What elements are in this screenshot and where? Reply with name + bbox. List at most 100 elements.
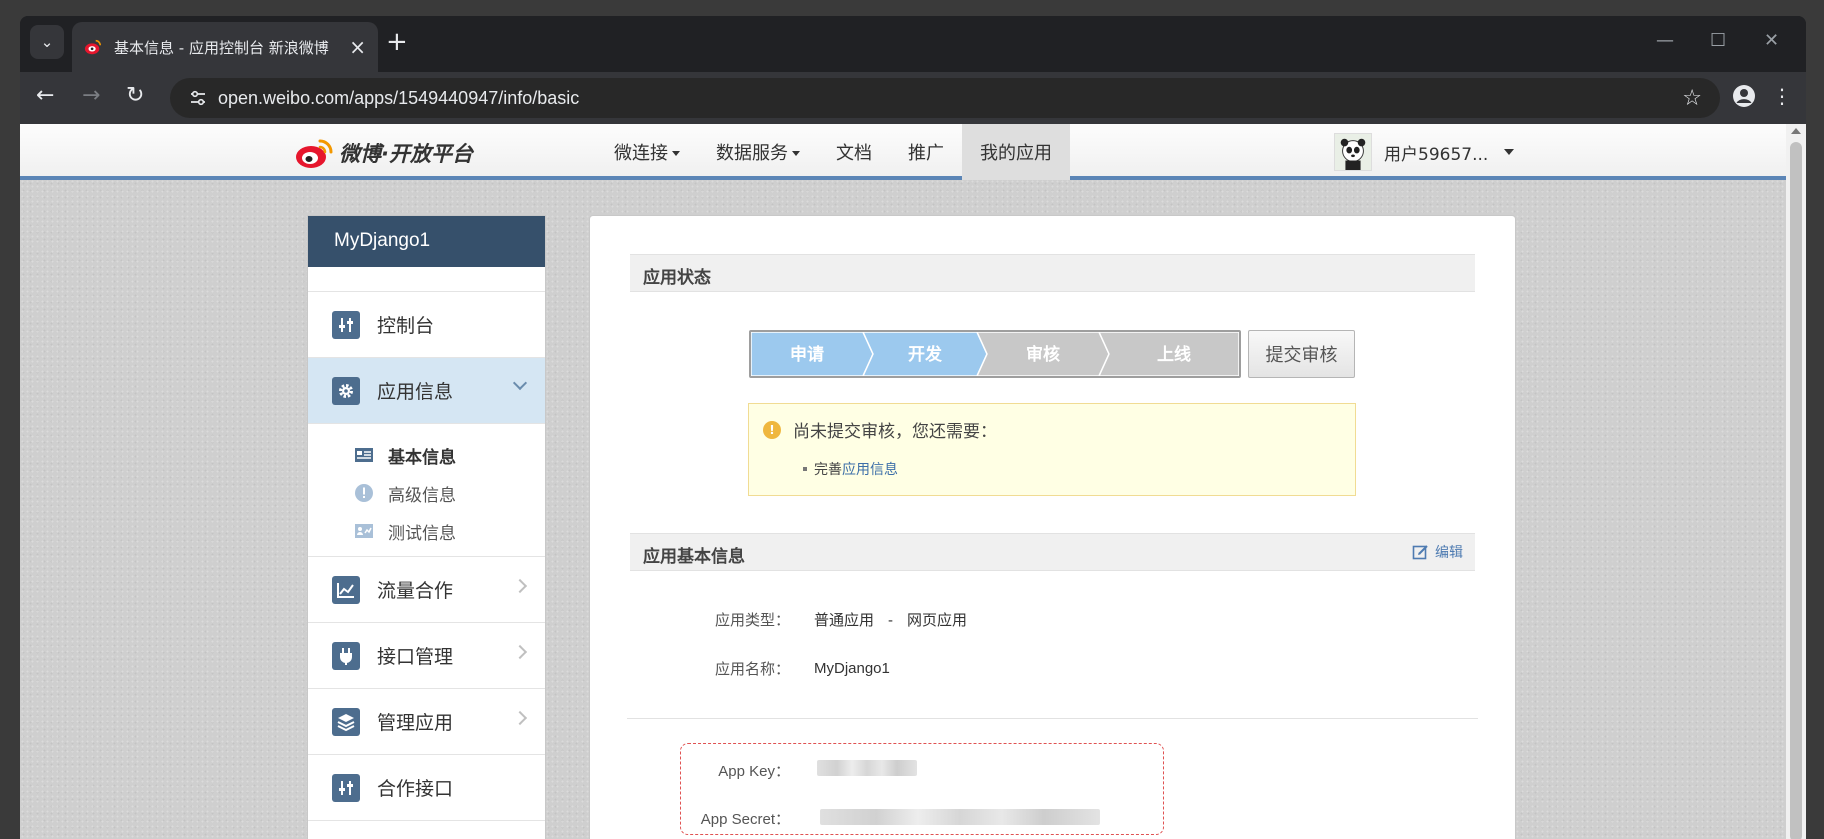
tab-title: 基本信息 - 应用控制台 新浪微博 — [114, 38, 329, 57]
nav-item-wei-connect[interactable]: 微连接 — [596, 124, 698, 180]
notice-text: 尚未提交审核，您还需要： — [793, 422, 997, 442]
plug-icon — [332, 641, 360, 670]
info-icon — [354, 484, 374, 502]
scroll-up-arrow-icon[interactable] — [1791, 128, 1801, 134]
app-secret-value-redacted — [820, 809, 1100, 825]
app-sidebar: MyDjango1 控制台 应用信息 基本信息 高级信息 测试信息 流量合作 接… — [307, 215, 546, 839]
chevron-down-icon: ⌄ — [40, 33, 54, 51]
sidebar-subitem-label: 基本信息 — [388, 447, 456, 468]
section-title: 应用状态 — [643, 268, 711, 288]
sidebar-item-label: 合作接口 — [377, 778, 454, 800]
address-bar[interactable]: open.weibo.com/apps/1549440947/info/basi… — [170, 78, 1720, 118]
scrollbar-thumb[interactable] — [1790, 142, 1802, 839]
profile-icon[interactable] — [1732, 84, 1756, 112]
avatar — [1334, 133, 1372, 171]
section-header-app-status: 应用状态 — [630, 254, 1475, 292]
sidebar-item-label: 控制台 — [377, 315, 435, 337]
nav-label: 数据服务 — [716, 143, 788, 164]
chevron-down-icon — [512, 375, 528, 391]
browser-toolbar: ← → ↻ open.weibo.com/apps/1549440947/inf… — [20, 72, 1806, 124]
sidebar-app-name: MyDjango1 — [308, 216, 545, 267]
sidebar-item-app-info[interactable]: 应用信息 — [308, 358, 545, 424]
back-icon[interactable]: ← — [36, 84, 54, 108]
section-title: 应用基本信息 — [643, 547, 745, 567]
tab-strip: ⌄ 基本信息 - 应用控制台 新浪微博 × + — ☐ ✕ — [20, 16, 1806, 72]
nav-item-promotion[interactable]: 推广 — [890, 124, 962, 180]
main-nav: 微连接 数据服务 文档 推广 我的应用 — [596, 124, 1070, 180]
url-text: open.weibo.com/apps/1549440947/info/basi… — [218, 87, 580, 108]
nav-label: 微连接 — [614, 143, 668, 164]
warning-icon: ! — [763, 420, 781, 439]
sidebar-subitem-label: 高级信息 — [388, 485, 456, 506]
app-key-label: App Key： — [718, 763, 790, 780]
sidebar-item-label: 接口管理 — [377, 646, 454, 668]
nav-label: 文档 — [836, 143, 872, 164]
tab-search-button[interactable]: ⌄ — [30, 25, 64, 59]
bullet-icon — [803, 467, 807, 471]
caret-down-icon — [792, 151, 800, 156]
app-secret-label: App Secret： — [700, 811, 790, 828]
edit-label: 编辑 — [1435, 545, 1463, 561]
sidebar-subitem-test-info[interactable]: 测试信息 — [354, 512, 545, 550]
review-notice: ! 尚未提交审核，您还需要： 完善 应用信息 — [748, 403, 1356, 496]
caret-down-icon — [1504, 149, 1515, 155]
browser-window: ⌄ 基本信息 - 应用控制台 新浪微博 × + — ☐ ✕ ← → ↻ open… — [20, 16, 1806, 839]
edit-button[interactable]: 编辑 — [1412, 542, 1463, 562]
menu-dots-icon[interactable]: ⋮ — [1772, 84, 1792, 108]
app-secret-row: App Secret： — [590, 808, 790, 829]
user-menu[interactable]: 用户59657... — [1334, 133, 1515, 171]
maximize-icon[interactable]: ☐ — [1710, 30, 1726, 51]
username: 用户59657... — [1384, 144, 1489, 165]
forward-icon[interactable]: → — [82, 84, 100, 108]
app-name-row: 应用名称： MyDjango1 — [590, 658, 890, 679]
sidebar-item-console[interactable]: 控制台 — [308, 292, 545, 358]
weibo-favicon-icon — [84, 39, 102, 55]
sliders-icon — [332, 773, 360, 802]
app-type-label: 应用类型： — [714, 612, 790, 629]
minimize-icon[interactable]: — — [1656, 30, 1674, 51]
app-type-value-2: 网页应用 — [907, 612, 968, 629]
nav-item-my-apps[interactable]: 我的应用 — [962, 124, 1070, 180]
notice-item-prefix: 完善 — [814, 462, 842, 478]
close-tab-icon[interactable]: × — [349, 35, 366, 59]
app-info-link[interactable]: 应用信息 — [842, 459, 898, 479]
app-key-row: App Key： — [590, 760, 790, 781]
edit-icon — [1412, 545, 1428, 560]
chevron-right-icon — [512, 578, 528, 594]
sidebar-item-traffic[interactable]: 流量合作 — [308, 557, 545, 623]
site-header: 微博·开放平台 微连接 数据服务 文档 推广 我的应用 用户59657... — [20, 124, 1786, 180]
logo-text: 微博·开放平台 — [339, 142, 473, 166]
nav-item-data-service[interactable]: 数据服务 — [698, 124, 818, 180]
app-type-separator: - — [888, 612, 894, 629]
step-1-label: 申请 — [790, 344, 824, 365]
weibo-logo-icon — [296, 139, 333, 168]
id-icon — [354, 522, 374, 540]
caret-down-icon — [672, 151, 680, 156]
sidebar-item-api-management[interactable]: 接口管理 — [308, 623, 545, 689]
main-panel: 应用状态 申请 开发 审核 上线 提交审核 ! 尚未提交审核，您还需要： 完善 应用信… — [589, 215, 1516, 839]
app-name-label: 应用名称： — [714, 661, 790, 678]
sidebar-subitem-basic-info[interactable]: 基本信息 — [354, 436, 545, 474]
page-scrollbar[interactable] — [1786, 124, 1806, 839]
app-key-value-redacted — [817, 760, 917, 776]
bookmark-star-icon[interactable]: ☆ — [1682, 86, 1702, 111]
web-page: 微博·开放平台 微连接 数据服务 文档 推广 我的应用 用户59657... M… — [20, 124, 1786, 839]
sidebar-subitem-advanced-info[interactable]: 高级信息 — [354, 474, 545, 512]
app-type-row: 应用类型： 普通应用 - 网页应用 — [590, 609, 967, 630]
close-window-icon[interactable]: ✕ — [1764, 30, 1779, 51]
step-2-label: 开发 — [908, 344, 943, 365]
weibo-logo[interactable]: 微博·开放平台 — [295, 137, 473, 169]
sidebar-item-partner-api[interactable]: 合作接口 — [308, 755, 545, 821]
nav-item-docs[interactable]: 文档 — [818, 124, 890, 180]
step-3-label: 审核 — [1026, 344, 1060, 365]
step-4-label: 上线 — [1157, 344, 1191, 365]
section-header-basic-info: 应用基本信息 编辑 — [630, 533, 1475, 571]
new-tab-button[interactable]: + — [386, 29, 408, 55]
site-settings-icon[interactable] — [178, 89, 218, 107]
browser-tab[interactable]: 基本信息 - 应用控制台 新浪微博 × — [72, 22, 378, 72]
submit-review-button[interactable]: 提交审核 — [1248, 330, 1355, 378]
app-type-value: 普通应用 - 网页应用 — [814, 609, 967, 630]
sidebar-item-label: 应用信息 — [377, 381, 454, 403]
sidebar-item-manage-apps[interactable]: 管理应用 — [308, 689, 545, 755]
reload-icon[interactable]: ↻ — [126, 84, 144, 108]
